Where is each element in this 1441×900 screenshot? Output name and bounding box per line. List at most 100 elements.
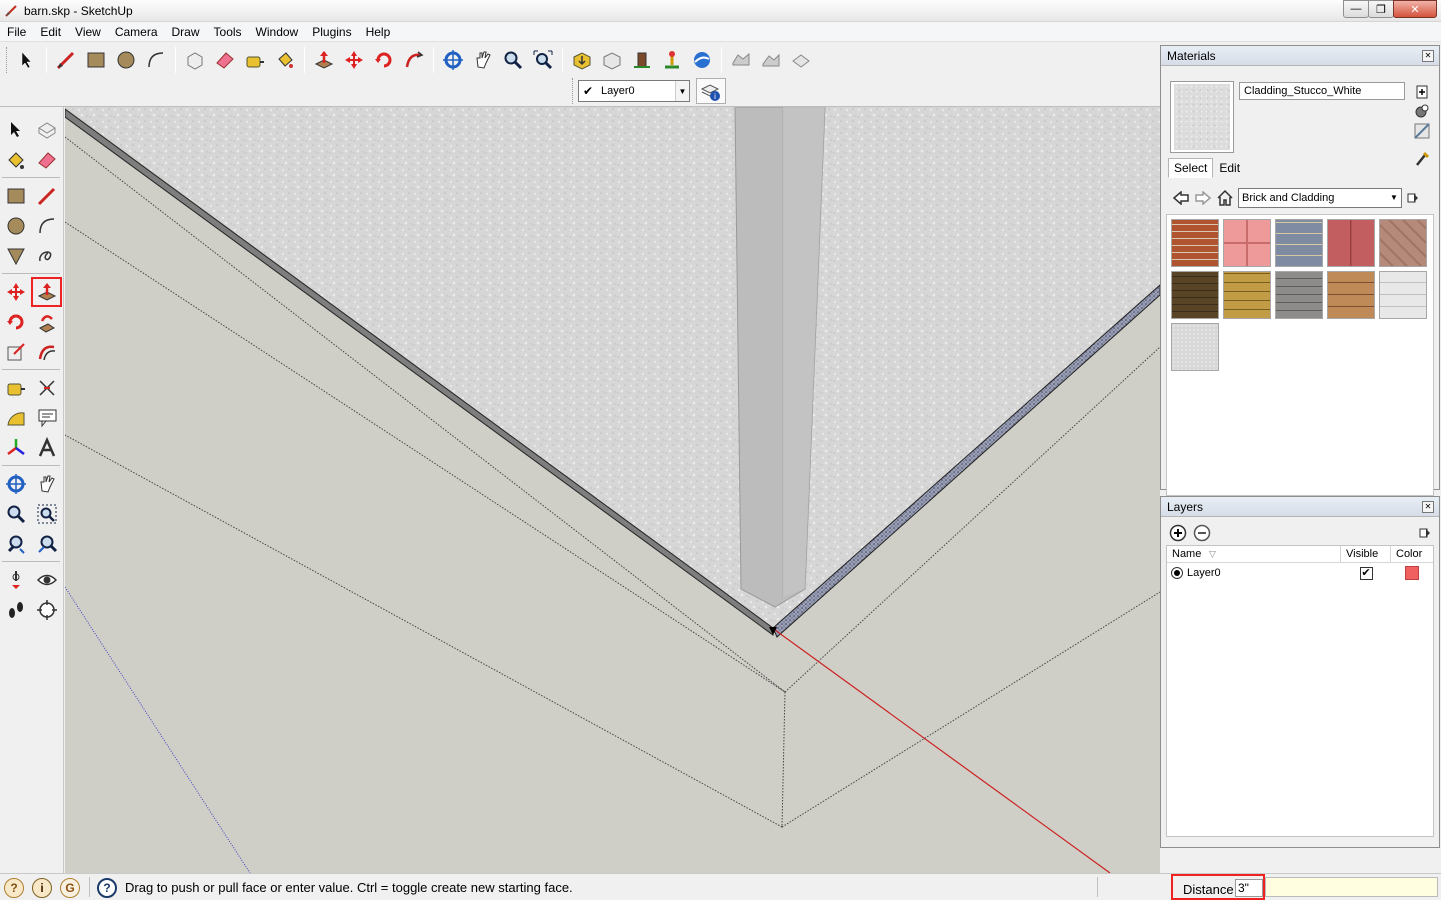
column-visible[interactable]: Visible [1341,546,1391,562]
toolbar-grip[interactable] [6,46,9,73]
zoom-extents-icon[interactable] [529,46,557,74]
default-material-icon[interactable] [1413,122,1431,140]
layer-manager-icon[interactable]: i [696,78,726,104]
close-icon[interactable]: ✕ [1422,501,1434,513]
minimize-button[interactable]: — [1343,0,1369,18]
measurements-input[interactable]: 3" [1235,879,1263,897]
delete-layer-icon[interactable] [1193,524,1211,545]
rotate-tool-icon[interactable] [0,307,31,337]
siding-brown-swatch[interactable] [1327,271,1375,319]
walk-tool-icon[interactable] [0,595,31,625]
toolbar-grip[interactable] [572,78,575,104]
share-component-icon[interactable] [628,46,656,74]
push-pull-icon[interactable] [310,46,338,74]
menu-camera[interactable]: Camera [108,22,165,42]
google-earth-icon[interactable] [688,46,716,74]
look-around-icon[interactable] [31,565,62,595]
share-model-icon[interactable] [598,46,626,74]
layer-color-swatch[interactable] [1405,566,1419,580]
3d-text-icon[interactable] [31,433,62,463]
rotate-tool-icon[interactable] [370,46,398,74]
make-component-icon[interactable] [181,46,209,74]
chevron-down-icon[interactable]: ▼ [675,81,689,101]
layer-visible-checkbox[interactable]: ✔ [1359,566,1373,580]
zoom-window-icon[interactable] [31,499,62,529]
stone-gray-swatch[interactable] [1275,271,1323,319]
forward-arrow-icon[interactable] [1192,188,1214,208]
tab-edit[interactable]: Edit [1213,158,1246,178]
reset-color-icon[interactable] [1413,102,1431,120]
stucco-white-swatch[interactable] [1171,323,1219,371]
menu-view[interactable]: View [68,22,108,42]
eraser-tool-icon[interactable] [31,145,62,175]
text-tool-icon[interactable] [31,403,62,433]
paint-bucket-icon[interactable] [271,46,299,74]
pan-tool-icon[interactable] [31,469,62,499]
column-name[interactable]: Name ▽ [1167,546,1341,562]
line-tool-icon[interactable] [31,181,62,211]
menu-edit[interactable]: Edit [33,22,68,42]
close-button[interactable]: ✕ [1393,0,1437,18]
brick-pink-pattern-swatch[interactable] [1223,219,1271,267]
details-arrow-icon[interactable] [1402,188,1424,208]
rectangle-tool-icon[interactable] [0,181,31,211]
geo-location-icon[interactable]: ? [4,878,24,898]
select-tool-icon[interactable] [0,115,31,145]
back-arrow-icon[interactable] [1170,188,1192,208]
eraser-tool-icon[interactable] [211,46,239,74]
zoom-tool-icon[interactable] [0,499,31,529]
tape-measure-icon[interactable] [241,46,269,74]
stone-blue-gray-swatch[interactable] [1275,219,1323,267]
circle-tool-icon[interactable] [0,211,31,241]
material-library-dropdown[interactable]: Brick and Cladding ▼ [1238,188,1402,208]
layer-row[interactable]: Layer0 ✔ [1167,563,1433,583]
section-plane-icon[interactable] [31,595,62,625]
menu-draw[interactable]: Draw [165,22,207,42]
polygon-tool-icon[interactable] [0,241,31,271]
move-tool-icon[interactable] [340,46,368,74]
rectangle-tool-icon[interactable] [82,46,110,74]
layers-details-arrow-icon[interactable] [1419,526,1431,543]
credits-icon[interactable]: i [32,878,52,898]
active-layer-radio[interactable] [1171,567,1183,579]
tape-measure-icon[interactable] [0,373,31,403]
brick-dark-red-swatch[interactable] [1327,219,1375,267]
scale-tool-icon[interactable] [0,337,31,367]
protractor-icon[interactable] [0,403,31,433]
arc-tool-icon[interactable] [31,211,62,241]
push-pull-icon[interactable] [31,277,62,307]
move-tool-icon[interactable] [0,277,31,307]
zoom-tool-icon[interactable] [499,46,527,74]
position-camera-icon[interactable] [0,565,31,595]
material-name-field[interactable]: Cladding_Stucco_White [1239,82,1405,100]
menu-tools[interactable]: Tools [207,22,249,42]
select-tool-icon[interactable] [13,46,41,74]
sample-paint-icon[interactable] [1413,150,1431,168]
pan-tool-icon[interactable] [469,46,497,74]
help-icon[interactable]: ? [97,878,117,898]
add-layer-icon[interactable] [1169,524,1187,545]
menu-help[interactable]: Help [359,22,398,42]
sandbox-from-contours-icon[interactable] [727,46,755,74]
stone-tan-swatch[interactable] [1379,219,1427,267]
menu-plugins[interactable]: Plugins [305,22,358,42]
sandbox-stamp-icon[interactable] [787,46,815,74]
column-color[interactable]: Color [1391,546,1433,562]
paint-bucket-icon[interactable] [0,145,31,175]
arc-tool-icon[interactable] [142,46,170,74]
create-material-icon[interactable] [1413,82,1431,100]
stone-yellow-swatch[interactable] [1223,271,1271,319]
previous-view-icon[interactable] [0,529,31,559]
menu-window[interactable]: Window [249,22,306,42]
freehand-tool-icon[interactable] [31,241,62,271]
extension-warehouse-icon[interactable] [658,46,686,74]
close-icon[interactable]: ✕ [1422,50,1434,62]
axes-tool-icon[interactable] [0,433,31,463]
offset-tool-icon[interactable] [31,337,62,367]
follow-me-icon[interactable] [400,46,428,74]
measurements-input-extension[interactable] [1265,877,1438,897]
dimension-tool-icon[interactable] [31,373,62,403]
maximize-button[interactable]: ❐ [1368,0,1394,18]
make-component-icon[interactable] [31,115,62,145]
modeling-viewport[interactable] [65,107,1160,873]
